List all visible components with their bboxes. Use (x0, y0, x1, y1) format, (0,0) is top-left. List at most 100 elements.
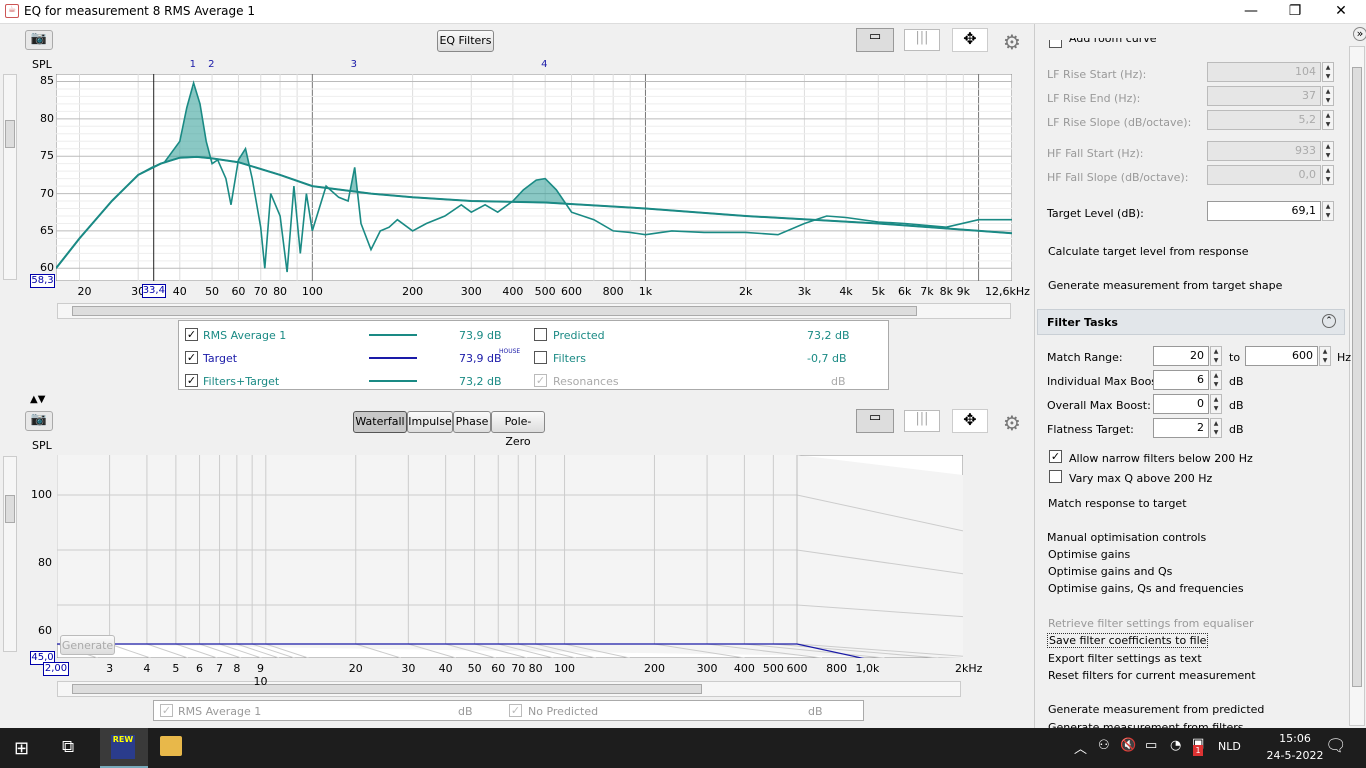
right-scrollbar[interactable] (1349, 46, 1365, 726)
tab-phase[interactable]: Phase (453, 411, 491, 433)
optimise-gains-qs-freq-link[interactable]: Optimise gains, Qs and frequencies (1048, 582, 1244, 595)
flatness-spinner[interactable]: ▲ ▼ (1210, 418, 1222, 438)
right-field-input-1[interactable]: 37 (1207, 86, 1321, 106)
legend-checkbox-1[interactable]: ✓ (185, 351, 198, 364)
save-coefficients-link[interactable]: Save filter coefficients to file (1047, 633, 1209, 648)
manual-opt-link[interactable]: Manual optimisation controls (1047, 531, 1206, 544)
right-field-spinner-3[interactable]: ▲ ▼ (1322, 141, 1334, 161)
calc-target-link[interactable]: Calculate target level from response (1048, 245, 1249, 258)
top-y-axis-label: SPL (32, 58, 52, 71)
gear-icon[interactable]: ⚙ (1000, 30, 1024, 54)
bottom-camera-icon[interactable]: 📷 (25, 411, 53, 431)
fit-arrows-icon[interactable]: ✥ (952, 28, 988, 52)
language-indicator[interactable]: NLD (1218, 740, 1241, 753)
collapse-section-icon[interactable]: ⌃ (1322, 314, 1336, 328)
waterfall-chart[interactable] (57, 455, 963, 658)
collapse-panel-icon[interactable]: » (1353, 27, 1366, 41)
legend-line-1 (369, 357, 417, 359)
no-predicted-checkbox[interactable]: ✓ (509, 704, 522, 717)
tab-impulse[interactable]: Impulse (407, 411, 453, 433)
rms-avg-checkbox-bottom[interactable]: ✓ (160, 704, 173, 717)
legend2-checkbox-2[interactable]: ✓ (534, 374, 547, 387)
grid-icon[interactable]: ||| (904, 29, 940, 51)
individual-max-boost-input[interactable]: 6 (1153, 370, 1209, 390)
filter-marker-1[interactable]: 1 (190, 59, 196, 70)
filter-marker-2[interactable]: 2 (208, 59, 214, 70)
legend2-checkbox-0[interactable] (534, 328, 547, 341)
filter-marker-3[interactable]: 3 (351, 59, 357, 70)
maximize-button[interactable]: ❐ (1272, 0, 1318, 24)
legend-checkbox-2[interactable]: ✓ (185, 374, 198, 387)
add-room-curve-checkbox[interactable] (1049, 40, 1062, 48)
eq-filters-button[interactable]: EQ Filters (437, 30, 494, 52)
top-y-value-box[interactable]: 58,3 (30, 274, 55, 288)
filter-marker-4[interactable]: 4 (541, 59, 547, 70)
top-horizontal-scrollbar[interactable] (57, 303, 1011, 319)
flatness-target-input[interactable]: 2 (1153, 418, 1209, 438)
clock-time[interactable]: 15:06 (1265, 732, 1325, 745)
match-range-to-input[interactable]: 600 (1245, 346, 1318, 366)
splitter-arrows-icon[interactable]: ▲▼ (30, 394, 45, 405)
db-label-2: dB (1229, 399, 1244, 412)
wifi-icon[interactable]: ◔ (1170, 738, 1181, 753)
right-field-spinner-1[interactable]: ▲ ▼ (1322, 86, 1334, 106)
optimise-gains-link[interactable]: Optimise gains (1048, 548, 1130, 561)
bottom-layout-icon[interactable]: ▭ (856, 409, 894, 433)
tab-pole-zero[interactable]: Pole-Zero (491, 411, 545, 448)
ind-boost-spinner[interactable]: ▲ ▼ (1210, 370, 1222, 390)
top-vertical-scrollbar[interactable] (3, 74, 17, 280)
bottom-fit-arrows-icon[interactable]: ✥ (952, 409, 988, 433)
close-button[interactable]: ✕ (1318, 0, 1364, 24)
generate-button[interactable]: Generate (60, 635, 115, 655)
top-x-value-box[interactable]: 33,4 (141, 284, 166, 298)
minimize-button[interactable]: — (1228, 0, 1274, 24)
overall-max-boost-input[interactable]: 0 (1153, 394, 1209, 414)
gen-filters-link[interactable]: Generate measurement from filters (1048, 721, 1244, 728)
layout-icon[interactable]: ▭ (856, 28, 894, 52)
action-center-icon[interactable]: 🗨 (1325, 736, 1347, 756)
bottom-horizontal-scrollbar[interactable] (57, 681, 961, 697)
bottom-grid-icon[interactable]: ||| (904, 410, 940, 432)
right-field-spinner-5[interactable]: ▲ ▼ (1322, 201, 1334, 221)
match-range-from-input[interactable]: 20 (1153, 346, 1209, 366)
right-field-input-5[interactable]: 69,1 (1207, 201, 1321, 221)
task-view-icon[interactable]: ⧉ (62, 737, 74, 757)
right-field-spinner-2[interactable]: ▲ ▼ (1322, 110, 1334, 130)
match-response-link[interactable]: Match response to target (1048, 497, 1187, 510)
right-field-input-2[interactable]: 5,2 (1207, 110, 1321, 130)
battery-icon[interactable]: ▭ (1145, 738, 1157, 753)
match-from-spinner[interactable]: ▲ ▼ (1210, 346, 1222, 366)
right-field-input-3[interactable]: 933 (1207, 141, 1321, 161)
file-explorer-icon[interactable] (160, 736, 182, 756)
reset-filters-link[interactable]: Reset filters for current measurement (1048, 669, 1256, 682)
taskbar-rew-app[interactable]: REW (100, 728, 148, 768)
spl-chart[interactable] (56, 74, 1012, 281)
top-x-tick: 12,6kHz (985, 285, 1030, 298)
right-field-spinner-4[interactable]: ▲ ▼ (1322, 165, 1334, 185)
right-field-spinner-0[interactable]: ▲ ▼ (1322, 62, 1334, 82)
volume-mute-icon[interactable]: 🔇 (1120, 738, 1136, 753)
bottom-gear-icon[interactable]: ⚙ (1000, 411, 1024, 435)
tray-chevron-icon[interactable]: ︿ (1074, 738, 1087, 757)
ovr-boost-spinner[interactable]: ▲ ▼ (1210, 394, 1222, 414)
gen-predicted-link[interactable]: Generate measurement from predicted (1048, 703, 1264, 716)
windows-start-icon[interactable]: ⊞ (14, 738, 29, 759)
filter-tasks-header[interactable]: Filter Tasks ⌃ (1037, 309, 1345, 335)
export-filter-link[interactable]: Export filter settings as text (1048, 652, 1202, 665)
tab-waterfall[interactable]: Waterfall (353, 411, 407, 433)
right-field-input-4[interactable]: 0,0 (1207, 165, 1321, 185)
network-device-icon[interactable]: ⚇ (1098, 738, 1110, 753)
gen-meas-target-link[interactable]: Generate measurement from target shape (1048, 279, 1282, 292)
allow-narrow-checkbox[interactable]: ✓ (1049, 450, 1062, 463)
legend-checkbox-0[interactable]: ✓ (185, 328, 198, 341)
retrieve-filter-link[interactable]: Retrieve filter settings from equaliser (1048, 617, 1254, 630)
match-to-spinner[interactable]: ▲ ▼ (1319, 346, 1331, 366)
bottom-vertical-scrollbar[interactable] (3, 456, 17, 652)
bottom-x-value-box[interactable]: 2,00 (43, 662, 69, 676)
legend2-checkbox-1[interactable] (534, 351, 547, 364)
vary-q-checkbox[interactable] (1049, 470, 1062, 483)
right-field-input-0[interactable]: 104 (1207, 62, 1321, 82)
optimise-gains-qs-link[interactable]: Optimise gains and Qs (1048, 565, 1172, 578)
camera-icon[interactable]: 📷 (25, 30, 53, 50)
clock-date[interactable]: 24-5-2022 (1258, 749, 1332, 762)
